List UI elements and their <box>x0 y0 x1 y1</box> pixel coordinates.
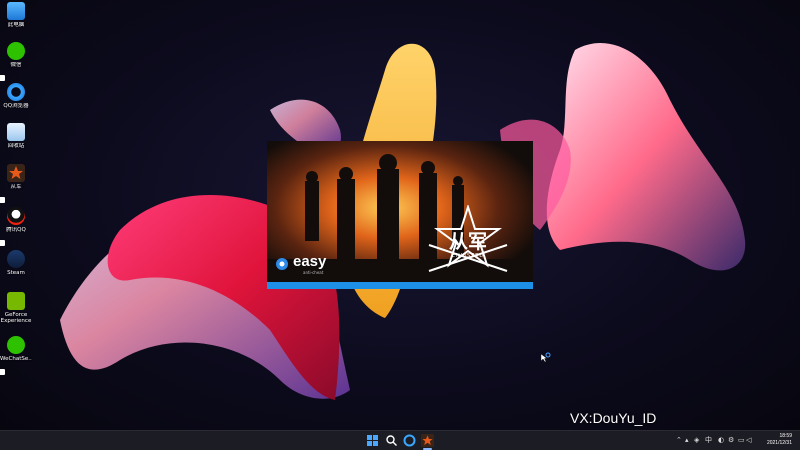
enlisted-icon <box>7 164 25 182</box>
qq-browser-icon <box>7 83 25 101</box>
computer-icon <box>7 2 25 20</box>
desktop-icon-label: GeForce Experience <box>0 312 32 324</box>
shortcut-arrow-icon <box>0 369 5 375</box>
shortcut-arrow-icon <box>0 75 5 81</box>
shield-icon[interactable]: ◈ <box>694 435 699 445</box>
steam-icon <box>7 250 25 268</box>
desktop-icon-label: 此电脑 <box>7 22 25 28</box>
game-subtitle: ENLISTED <box>451 253 485 259</box>
qq-browser-taskbar-icon[interactable] <box>403 434 416 447</box>
ime-mode-icon[interactable]: ◐ <box>718 435 724 445</box>
wechat-icon <box>7 42 25 60</box>
recycle-bin-icon <box>7 123 25 141</box>
desktop-icon-label: 微信 <box>10 62 22 68</box>
watermark-text: VX:DouYu_ID <box>570 410 657 426</box>
desktop-icon-wechat-setup[interactable]: WeChatSe... <box>0 336 32 375</box>
windows-start-icon[interactable] <box>366 434 379 447</box>
search-icon[interactable] <box>385 434 398 447</box>
shortcut-arrow-icon <box>0 240 5 246</box>
desktop-icon-this-pc[interactable]: 此电脑 <box>0 2 32 40</box>
clock-date: 2021/12/31 <box>766 440 792 446</box>
easy-brand-subtext: anti-cheat <box>303 270 324 275</box>
volume-icon[interactable]: ◁ <box>746 435 751 445</box>
desktop-icon-label: 从军 <box>10 184 22 190</box>
game-title: 从军 <box>448 231 487 253</box>
busy-cursor-icon <box>541 352 551 362</box>
desktop-icon-label: Steam <box>7 270 25 276</box>
splash-progress-bar <box>267 282 533 289</box>
wechat-setup-icon <box>7 336 25 354</box>
display-icon[interactable]: ▭ <box>738 435 745 445</box>
chevron-up-icon[interactable]: ⌃ <box>676 435 682 445</box>
desktop: 此电脑 微信 QQ浏览器 回收站 从军 腾讯QQ Steam GeForce E… <box>0 0 800 430</box>
taskbar: ⌃ ▴ ◈ 中 ◐ ⚙ ▭ ◁ 18:59 2021/12/31 <box>0 430 800 450</box>
easy-anticheat-icon <box>276 258 288 270</box>
desktop-icon-steam[interactable]: Steam <box>0 250 32 288</box>
enlisted-logo: 从军 ENLISTED <box>427 205 509 275</box>
desktop-icon-label: QQ浏览器 <box>3 103 29 109</box>
desktop-icon-wechat[interactable]: 微信 <box>0 42 32 81</box>
desktop-icon-qq-browser[interactable]: QQ浏览器 <box>0 83 32 121</box>
settings-icon[interactable]: ⚙ <box>728 435 734 445</box>
ime-indicator[interactable]: 中 <box>705 435 712 445</box>
system-clock[interactable]: 18:59 2021/12/31 <box>767 433 792 447</box>
desktop-icon-enlisted[interactable]: 从军 <box>0 164 32 203</box>
qq-icon <box>7 207 25 225</box>
desktop-icon-label: 腾讯QQ <box>6 227 26 233</box>
desktop-icon-label: 回收站 <box>7 143 25 149</box>
geforce-icon <box>7 292 25 310</box>
desktop-icon-geforce[interactable]: GeForce Experience <box>0 292 32 330</box>
desktop-icon-tencent-qq[interactable]: 腾讯QQ <box>0 207 32 246</box>
shortcut-arrow-icon <box>0 197 5 203</box>
desktop-icon-recycle-bin[interactable]: 回收站 <box>0 123 32 161</box>
easy-brand-text: easy <box>293 253 327 270</box>
clock-time: 18:59 <box>779 433 792 439</box>
network-icon[interactable]: ▴ <box>685 435 689 445</box>
enlisted-splash-window: easy anti-cheat 从军 ENLISTED <box>267 141 533 289</box>
enlisted-taskbar-icon[interactable] <box>421 434 434 447</box>
desktop-icon-label: WeChatSe... <box>0 356 32 362</box>
